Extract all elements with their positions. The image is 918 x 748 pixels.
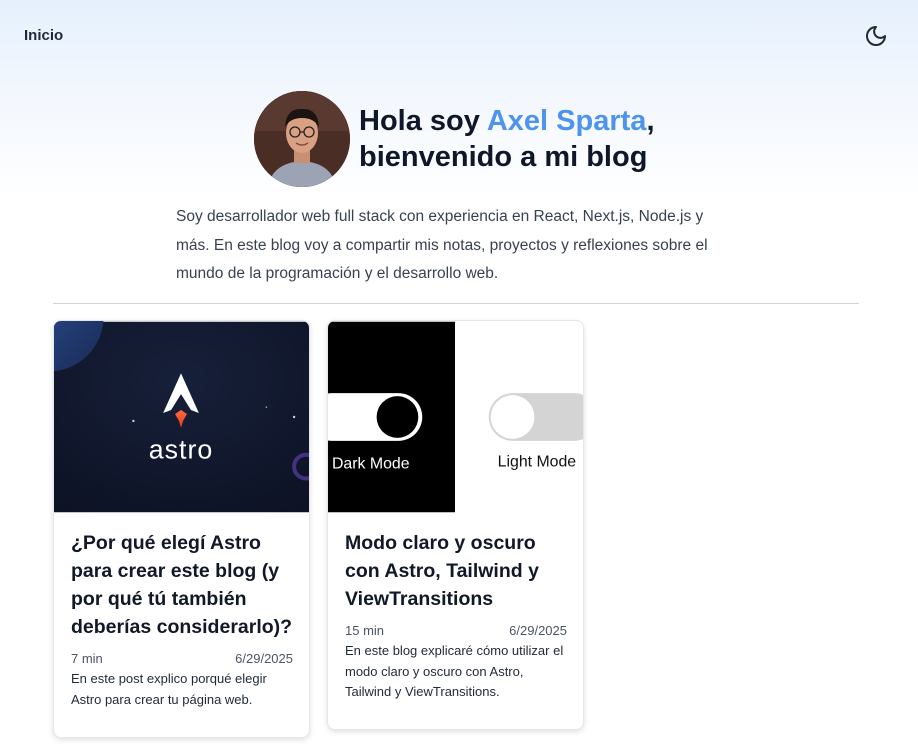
page-title: Hola soy Axel Sparta, bienvenido a mi bl… xyxy=(359,103,655,175)
intro-paragraph: Soy desarrollador web full stack con exp… xyxy=(176,208,708,282)
welcome-text: bienvenido a mi blog xyxy=(359,141,648,173)
greeting-text: Hola soy xyxy=(359,105,487,137)
astro-logo-text: astro xyxy=(149,435,213,465)
post-title[interactable]: ¿Por qué elegí Astro para crear este blo… xyxy=(71,529,293,641)
read-time: 15 min xyxy=(345,623,385,638)
post-date: 6/29/2025 xyxy=(235,651,293,666)
avatar xyxy=(254,91,350,187)
post-date: 6/29/2025 xyxy=(509,623,567,638)
post-meta: 15 min 6/29/2025 xyxy=(345,623,567,638)
post-description: En este blog explicaré cómo utilizar el … xyxy=(345,643,564,699)
divider xyxy=(53,303,859,304)
post-card[interactable]: Dark Mode Light Mode Modo claro y oscuro… xyxy=(327,320,584,730)
moon-icon xyxy=(866,26,886,46)
nav-home-link[interactable]: Inicio xyxy=(24,27,63,44)
dark-mode-label: Dark Mode xyxy=(332,456,410,473)
hero: Hola soy Axel Sparta, bienvenido a mi bl… xyxy=(254,91,655,187)
post-card[interactable]: astro ¿Por qué elegí Astro para crear es… xyxy=(53,320,310,738)
theme-toggle-button[interactable] xyxy=(862,22,890,50)
author-name: Axel Sparta xyxy=(486,105,647,137)
read-time: 7 min xyxy=(71,651,103,666)
light-mode-label: Light Mode xyxy=(498,454,577,471)
post-cover-image: Dark Mode Light Mode xyxy=(328,321,583,513)
post-cover-image: astro xyxy=(54,321,309,513)
post-description: En este post explico porqué elegir Astro… xyxy=(71,671,267,707)
title-comma: , xyxy=(646,105,655,137)
post-title[interactable]: Modo claro y oscuro con Astro, Tailwind … xyxy=(345,529,567,613)
post-meta: 7 min 6/29/2025 xyxy=(71,651,293,666)
